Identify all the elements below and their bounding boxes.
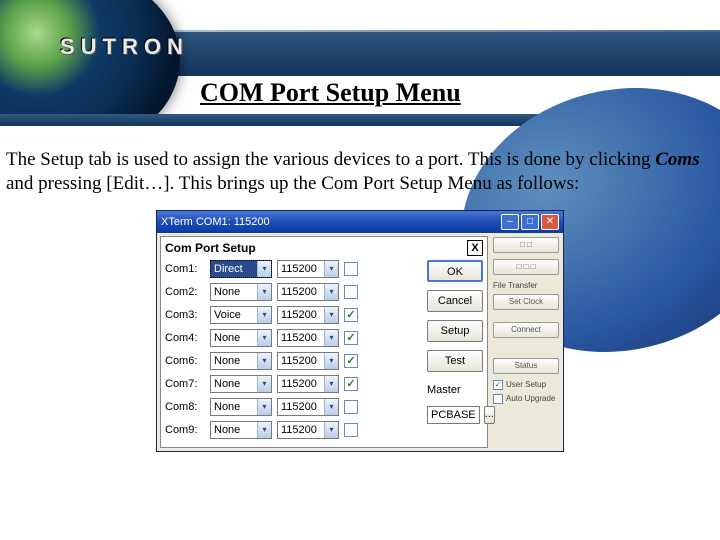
com-enable-checkbox[interactable]: ✓ bbox=[344, 331, 358, 345]
com-type-dropdown[interactable]: None▾ bbox=[210, 421, 272, 439]
com-type-dropdown[interactable]: Direct▾ bbox=[210, 260, 272, 278]
com-baud-dropdown[interactable]: 115200▾ bbox=[277, 306, 339, 324]
com-label: Com3: bbox=[165, 309, 205, 321]
com-label: Com6: bbox=[165, 355, 205, 367]
master-name-field[interactable]: PCBASE bbox=[427, 406, 480, 424]
com-type-dropdown[interactable]: None▾ bbox=[210, 352, 272, 370]
chevron-down-icon: ▾ bbox=[257, 307, 271, 323]
chevron-down-icon: ▾ bbox=[257, 376, 271, 392]
com-row: Com4: None▾ 115200▾ ✓ bbox=[165, 329, 421, 347]
com-label: Com1: bbox=[165, 263, 205, 275]
body-text-post: and pressing [Edit…]. This brings up the… bbox=[6, 173, 579, 194]
chevron-down-icon: ▾ bbox=[324, 330, 338, 346]
titlebar[interactable]: XTerm COM1: 115200 – □ ✕ bbox=[157, 211, 563, 233]
checkbox[interactable] bbox=[493, 394, 503, 404]
com-row: Com8: None▾ 115200▾ bbox=[165, 398, 421, 416]
com-row: Com3: Voice▾ 115200▾ ✓ bbox=[165, 306, 421, 324]
com-row: Com1: Direct▾ 115200▾ bbox=[165, 260, 421, 278]
chevron-down-icon: ▾ bbox=[257, 422, 271, 438]
side-label: File Transfer bbox=[493, 281, 559, 290]
chevron-down-icon: ▾ bbox=[324, 422, 338, 438]
brand-logo: SUTRON bbox=[60, 34, 189, 60]
chevron-down-icon: ▾ bbox=[324, 399, 338, 415]
com-row: Com7: None▾ 115200▾ ✓ bbox=[165, 375, 421, 393]
chevron-down-icon: ▾ bbox=[324, 284, 338, 300]
chevron-down-icon: ▾ bbox=[324, 261, 338, 277]
com-label: Com9: bbox=[165, 424, 205, 436]
com-enable-checkbox[interactable] bbox=[344, 285, 358, 299]
dialog-title: Com Port Setup bbox=[165, 241, 256, 255]
com-enable-checkbox[interactable]: ✓ bbox=[344, 354, 358, 368]
chevron-down-icon: ▾ bbox=[324, 353, 338, 369]
com-enable-checkbox[interactable] bbox=[344, 423, 358, 437]
com-label: Com8: bbox=[165, 401, 205, 413]
side-button[interactable]: □ □ bbox=[493, 237, 559, 253]
set-clock-button[interactable]: Set Clock bbox=[493, 294, 559, 310]
cancel-button[interactable]: Cancel bbox=[427, 290, 483, 312]
com-baud-dropdown[interactable]: 115200▾ bbox=[277, 260, 339, 278]
com-baud-dropdown[interactable]: 115200▾ bbox=[277, 398, 339, 416]
com-baud-dropdown[interactable]: 115200▾ bbox=[277, 283, 339, 301]
chevron-down-icon: ▾ bbox=[324, 307, 338, 323]
status-button[interactable]: Status bbox=[493, 358, 559, 374]
com-type-dropdown[interactable]: None▾ bbox=[210, 329, 272, 347]
chevron-down-icon: ▾ bbox=[257, 330, 271, 346]
ok-button[interactable]: OK bbox=[427, 260, 483, 282]
com-enable-checkbox[interactable] bbox=[344, 400, 358, 414]
com-type-dropdown[interactable]: None▾ bbox=[210, 283, 272, 301]
com-baud-dropdown[interactable]: 115200▾ bbox=[277, 329, 339, 347]
com-label: Com4: bbox=[165, 332, 205, 344]
com-row: Com2: None▾ 115200▾ bbox=[165, 283, 421, 301]
com-label: Com7: bbox=[165, 378, 205, 390]
com-baud-dropdown[interactable]: 115200▾ bbox=[277, 421, 339, 439]
page-title: COM Port Setup Menu bbox=[200, 78, 461, 108]
com-enable-checkbox[interactable]: ✓ bbox=[344, 308, 358, 322]
chevron-down-icon: ▾ bbox=[257, 284, 271, 300]
window-title: XTerm COM1: 115200 bbox=[161, 216, 270, 228]
connect-button[interactable]: Connect bbox=[493, 322, 559, 338]
side-check-label: Auto Upgrade bbox=[506, 394, 555, 403]
dialog-close-button[interactable]: X bbox=[467, 240, 483, 256]
chevron-down-icon: ▾ bbox=[257, 261, 271, 277]
com-port-setup-dialog: Com Port Setup X Com1:Direct▾115200▾Com2… bbox=[160, 236, 488, 448]
com-enable-checkbox[interactable] bbox=[344, 262, 358, 276]
side-check-label: User Setup bbox=[506, 380, 546, 389]
com-enable-checkbox[interactable]: ✓ bbox=[344, 377, 358, 391]
master-label: Master bbox=[427, 384, 483, 396]
setup-button[interactable]: Setup bbox=[427, 320, 483, 342]
chevron-down-icon: ▾ bbox=[324, 376, 338, 392]
com-baud-dropdown[interactable]: 115200▾ bbox=[277, 375, 339, 393]
chevron-down-icon: ▾ bbox=[257, 399, 271, 415]
minimize-icon[interactable]: – bbox=[501, 214, 519, 230]
com-label: Com2: bbox=[165, 286, 205, 298]
com-type-dropdown[interactable]: None▾ bbox=[210, 375, 272, 393]
test-button[interactable]: Test bbox=[427, 350, 483, 372]
chevron-down-icon: ▾ bbox=[257, 353, 271, 369]
com-type-dropdown[interactable]: Voice▾ bbox=[210, 306, 272, 324]
side-button[interactable]: □ □ □ bbox=[493, 259, 559, 275]
body-text-pre: The Setup tab is used to assign the vari… bbox=[6, 149, 655, 170]
com-row: Com6: None▾ 115200▾ ✓ bbox=[165, 352, 421, 370]
body-text-emphasis: Coms bbox=[655, 149, 699, 170]
com-baud-dropdown[interactable]: 115200▾ bbox=[277, 352, 339, 370]
maximize-icon[interactable]: □ bbox=[521, 214, 539, 230]
com-type-dropdown[interactable]: None▾ bbox=[210, 398, 272, 416]
checkbox[interactable]: ✓ bbox=[493, 380, 503, 390]
com-row: Com9: None▾ 115200▾ bbox=[165, 421, 421, 439]
globe-graphic bbox=[0, 0, 180, 126]
close-icon[interactable]: ✕ bbox=[541, 214, 559, 230]
body-paragraph: The Setup tab is used to assign the vari… bbox=[0, 126, 720, 206]
xterm-side-panel: □ □ □ □ □ File Transfer Set Clock Connec… bbox=[491, 233, 563, 451]
xterm-window: XTerm COM1: 115200 – □ ✕ Com Port Setup … bbox=[156, 210, 564, 452]
